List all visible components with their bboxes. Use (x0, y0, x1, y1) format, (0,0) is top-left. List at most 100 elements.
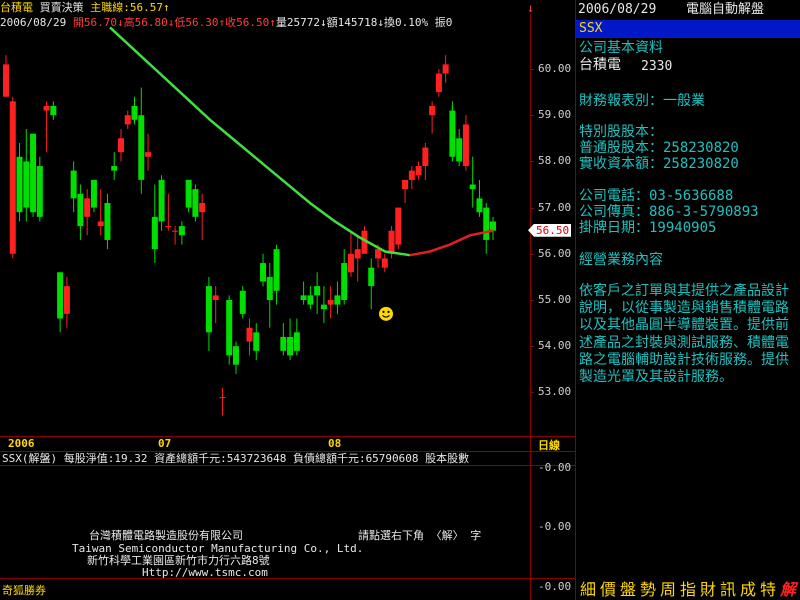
panel-code-bar[interactable]: SSX (576, 20, 800, 37)
candle-body (395, 207, 402, 245)
price-tick-mark (530, 161, 534, 163)
candle-body (199, 202, 206, 213)
candlestick-chart[interactable] (0, 14, 530, 436)
bottom-tab[interactable]: 特 (758, 580, 778, 600)
date-tick-label: 日線 (538, 439, 560, 452)
hint-text: 請點選右下角 〈解〉 字 (358, 529, 482, 542)
bottom-tab[interactable]: 價 (598, 580, 618, 600)
price-tick-mark (530, 253, 534, 255)
candle-body (185, 179, 192, 208)
sub-chart-header: SSX(解盤) 每股淨值:19.32 資產總額千元:543723648 負債總額… (2, 452, 470, 465)
moving-average-line-up (409, 229, 494, 257)
price-tick-mark (530, 69, 534, 70)
current-price-tag: 56.50 (528, 223, 572, 237)
company-fax: 公司傳真：886-3-5790893 (579, 204, 759, 220)
candle-body (43, 105, 50, 111)
candle-body (449, 110, 456, 157)
bottom-tab[interactable]: 成 (738, 580, 758, 600)
candle-body (334, 295, 341, 305)
candle-body (490, 221, 496, 231)
price-tick-mark (530, 392, 534, 394)
panel-stock-name: 台積電 (579, 57, 621, 73)
bottom-tab[interactable]: 財 (698, 580, 718, 600)
candle-body (456, 138, 463, 162)
candle-body (381, 258, 388, 268)
bottom-tab[interactable]: 細 (578, 580, 598, 600)
candle-body (287, 336, 294, 356)
bottom-tab[interactable]: 周 (658, 580, 678, 600)
candle-body (178, 226, 185, 236)
candle-body (347, 253, 354, 273)
panel-stock-code: 2330 (641, 59, 673, 74)
section-basic-title: 公司基本資料 (579, 40, 663, 56)
bottom-tab[interactable]: 解 (778, 580, 798, 600)
candle-body (246, 327, 253, 342)
candle-body (104, 202, 111, 240)
smiley-icon (379, 306, 393, 321)
candle-body (354, 249, 361, 259)
candle-body (124, 115, 131, 125)
candle-body (429, 105, 436, 116)
panel-code: SSX (579, 21, 603, 36)
company-url[interactable]: Http://www.tsmc.com (142, 566, 268, 579)
candle-body (320, 304, 327, 310)
candle-body (77, 193, 84, 227)
candle-body (273, 249, 280, 291)
candle-body (239, 290, 246, 314)
bottom-tab-bar: 細價盤勢周指財訊成特解 (576, 580, 800, 600)
panel-title: 電腦自動解盤 (686, 2, 765, 17)
candle-body (63, 286, 70, 314)
candle-body (70, 170, 77, 199)
company-phone: 公司電話：03-5636688 (579, 188, 734, 204)
candle-body (483, 207, 490, 240)
paid-in-capital: 實收資本額：258230820 (579, 156, 739, 172)
price-axis: 60.00 59.00 58.00 57.00 56.00 55.00 54.00 53.00… (528, 0, 575, 437)
bottom-tab[interactable]: 盤 (618, 580, 638, 600)
price-tick-mark (530, 346, 534, 348)
candle-body (226, 300, 233, 356)
candle-body (30, 133, 37, 213)
candle-body (219, 397, 226, 399)
candle-body (23, 161, 30, 208)
candle-body (3, 64, 9, 97)
candle-body (375, 249, 382, 259)
candle-body (368, 267, 375, 287)
candle-body (158, 179, 165, 222)
candle-body (476, 198, 483, 213)
candle-body (205, 286, 212, 333)
candle-body (327, 300, 334, 305)
candle-body (165, 226, 172, 228)
bottom-tab[interactable]: 訊 (718, 580, 738, 600)
candle-body (138, 115, 145, 180)
candle-body (253, 332, 260, 351)
listing-date: 掛牌日期：19940905 (579, 220, 717, 236)
app-brand: 奇狐勝券 (2, 584, 46, 597)
candle-body (260, 263, 267, 282)
company-name-cn: 台灣積體電路製造股份有限公司 (89, 529, 243, 542)
candle-body (97, 221, 104, 227)
date-tick-label: 2006 (8, 437, 35, 450)
candle-body (57, 272, 64, 319)
candle-body (266, 276, 273, 300)
candle-body (212, 295, 219, 300)
candle-body (50, 105, 57, 116)
candle-body (435, 73, 442, 93)
candle-body (341, 263, 348, 300)
mode-label[interactable]: 買賣決策 (40, 1, 84, 14)
candle-body (131, 105, 138, 120)
date-tick-label: 08 (328, 437, 342, 450)
price-tick-mark (530, 207, 534, 209)
candle-body (90, 179, 97, 208)
common-shares: 普通股股本：258230820 (579, 140, 739, 156)
candle-body (307, 295, 314, 305)
bottom-tab[interactable]: 指 (678, 580, 698, 600)
candle-body (151, 216, 158, 250)
business-title: 經營業務內容 (579, 252, 663, 268)
candle-body (293, 332, 300, 351)
candle-body (300, 295, 307, 300)
special-shares: 特別股股本： (579, 124, 663, 140)
bottom-tab[interactable]: 勢 (638, 580, 658, 600)
stock-name[interactable]: 台積電 (0, 1, 33, 14)
candle-body (422, 147, 429, 167)
panel-header: 2006/08/29 電腦自動解盤 (576, 0, 800, 20)
